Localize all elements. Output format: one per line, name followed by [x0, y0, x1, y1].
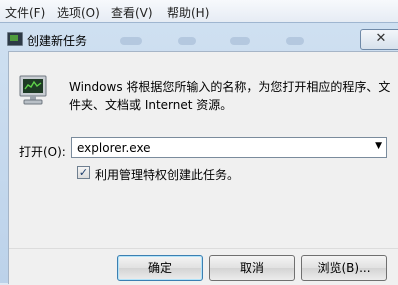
close-button[interactable]: ✕ — [360, 29, 398, 50]
background-blur — [120, 37, 142, 45]
dropdown-arrow-icon[interactable]: ▼ — [375, 141, 382, 151]
open-label: 打开(O): — [19, 145, 66, 159]
browse-button[interactable]: 浏览(B)... — [301, 255, 387, 281]
open-value[interactable]: explorer.exe — [77, 141, 151, 155]
menu-help[interactable]: 帮助(H) — [167, 4, 209, 21]
create-new-task-dialog: 创建新任务 ✕ Windows 将根据您所输入的名称，为您打开相应的程序、文件夹… — [0, 22, 398, 285]
menu-options[interactable]: 选项(O) — [57, 4, 100, 21]
dialog-title: 创建新任务 — [27, 34, 88, 48]
admin-checkbox-label[interactable]: 利用管理特权创建此任务。 — [95, 166, 239, 183]
cancel-button[interactable]: 取消 — [209, 255, 295, 281]
dialog-description: Windows 将根据您所输入的名称，为您打开相应的程序、文件夹、文档或 Int… — [69, 80, 391, 112]
checkmark-icon: ✓ — [78, 166, 89, 179]
close-icon: ✕ — [375, 31, 387, 46]
admin-checkbox[interactable]: ✓ — [77, 166, 90, 179]
dialog-client-area: Windows 将根据您所输入的名称，为您打开相应的程序、文件夹、文档或 Int… — [8, 51, 398, 285]
background-blur — [178, 37, 196, 45]
ok-button[interactable]: 确定 — [117, 255, 203, 281]
open-combobox[interactable]: explorer.exe ▼ — [71, 137, 387, 158]
run-program-icon — [19, 75, 47, 105]
background-blur — [286, 37, 304, 45]
task-manager-icon — [7, 32, 23, 46]
menu-file[interactable]: 文件(F) — [5, 4, 45, 21]
background-blur — [230, 37, 250, 45]
parent-menu-bar: 文件(F) 选项(O) 查看(V) 帮助(H) — [0, 0, 398, 23]
menu-view[interactable]: 查看(V) — [111, 4, 153, 21]
